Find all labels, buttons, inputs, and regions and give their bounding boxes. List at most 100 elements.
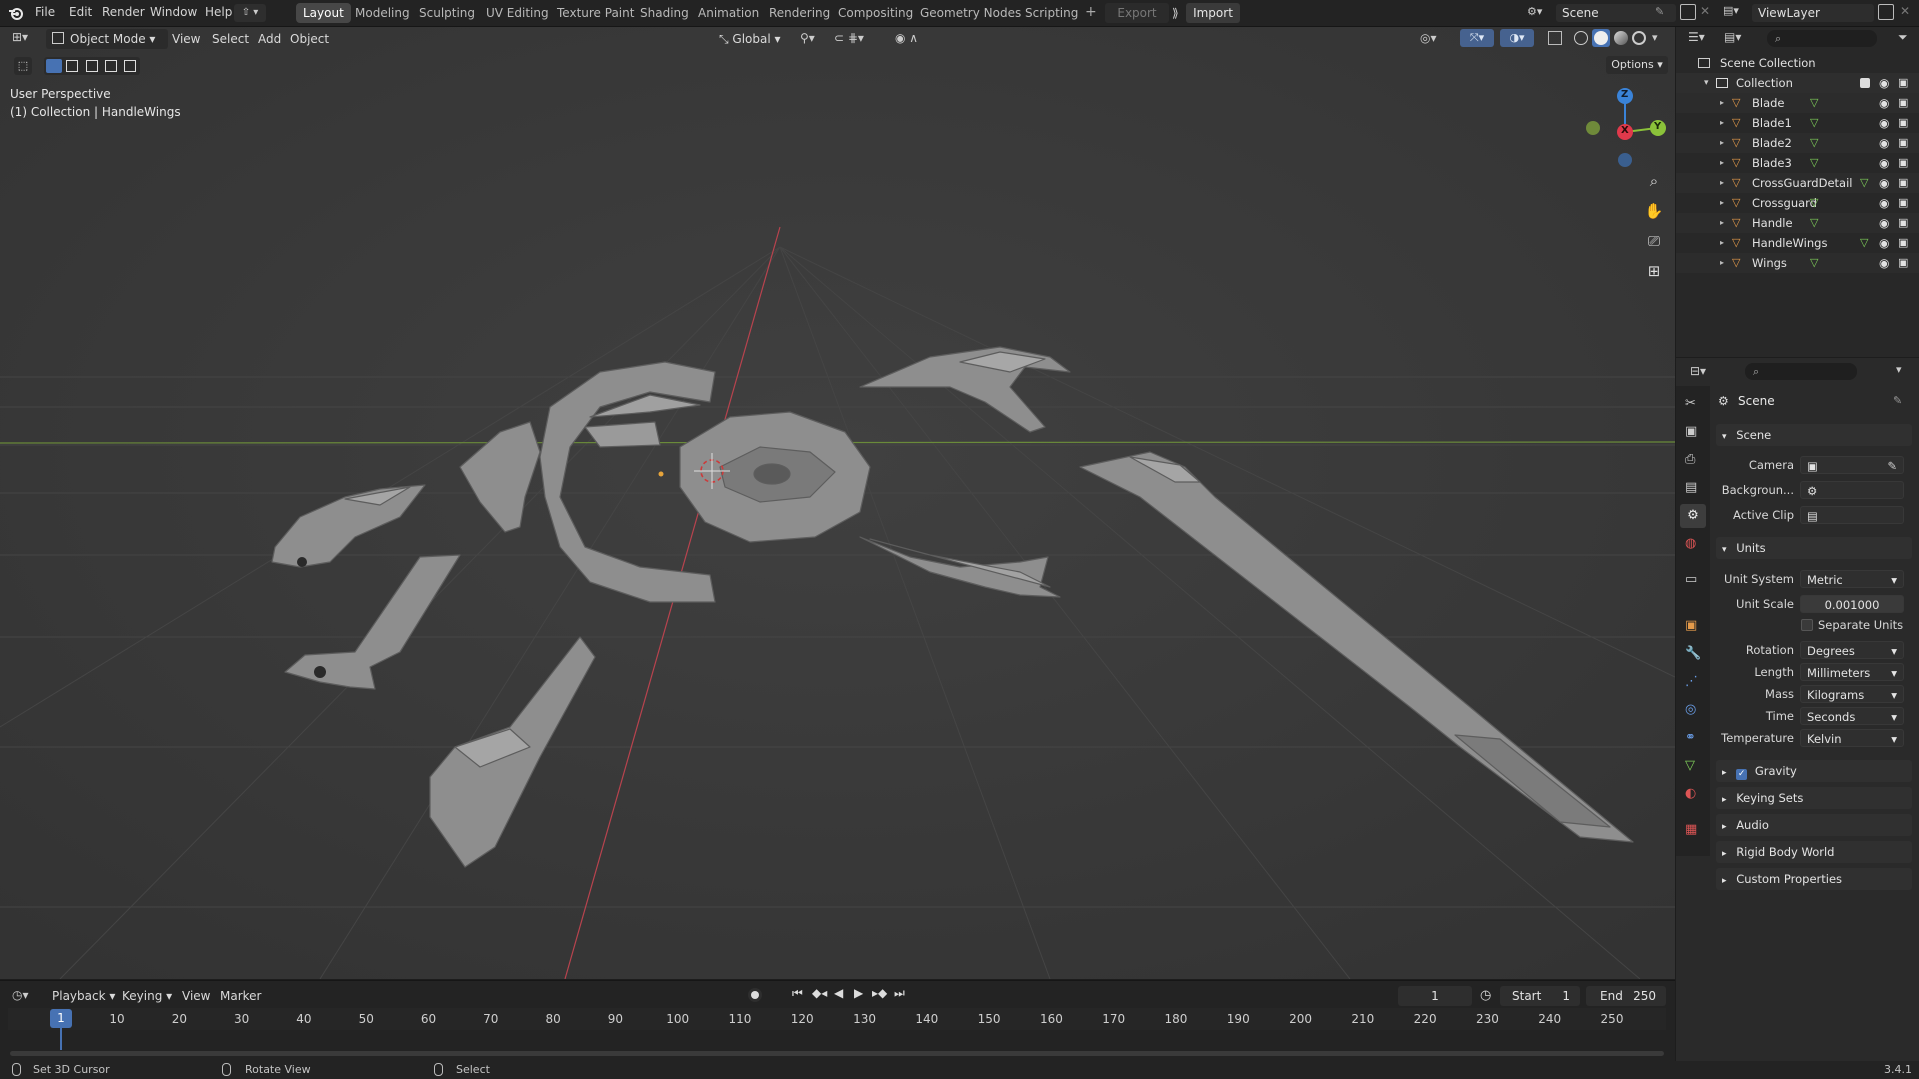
new-scene-icon[interactable] (1680, 4, 1696, 20)
prev-keyframe-icon[interactable]: ◆◂ (812, 986, 827, 1000)
view-layer-field[interactable]: ViewLayer (1752, 4, 1874, 22)
selection-mode-icons[interactable] (44, 57, 140, 75)
xray-icon[interactable] (1548, 31, 1562, 45)
import-button[interactable]: Import (1186, 3, 1240, 23)
eye-icon[interactable]: ◉ (1879, 173, 1889, 193)
expand-arrow-icon[interactable]: ▸ (1720, 213, 1724, 233)
expand-arrow-icon[interactable]: ▾ (1704, 73, 1709, 93)
ortho-grid-icon[interactable]: ⊞ (1642, 262, 1666, 286)
camera-icon[interactable]: ▣ (1898, 153, 1908, 173)
overlay-toggle-icon[interactable]: ◑▾ (1500, 29, 1534, 47)
separate-units-checkbox[interactable] (1801, 619, 1813, 631)
tab-geometry-nodes[interactable]: Geometry Nodes (913, 3, 1028, 23)
outliner-collection[interactable]: ▾ Collection ◉ ▣ (1676, 73, 1919, 93)
expand-arrow-icon[interactable]: ▸ (1720, 253, 1724, 273)
tab-modeling[interactable]: Modeling (348, 3, 417, 23)
eye-icon[interactable]: ◉ (1879, 113, 1889, 133)
select-tool-icon[interactable]: ⬚ (14, 57, 32, 75)
snap-icon[interactable]: ⊂ ⋕▾ (834, 31, 864, 45)
eye-icon[interactable]: ◉ (1879, 213, 1889, 233)
menu-add[interactable]: Add (252, 29, 287, 49)
gizmo-toggle-icon[interactable]: ⤧▾ (1460, 29, 1494, 47)
length-dropdown[interactable]: Millimeters ▾ (1800, 663, 1904, 681)
eye-icon[interactable]: ◉ (1879, 133, 1889, 153)
blender-logo-icon[interactable] (8, 5, 24, 21)
mesh-data-icon[interactable]: ▽ (1810, 93, 1818, 113)
camera-icon[interactable]: ▣ (1898, 213, 1908, 233)
camera-icon[interactable]: ▣ (1898, 193, 1908, 213)
expand-arrow-icon[interactable]: ▸ (1720, 233, 1724, 253)
outliner-object-row[interactable]: ▸ ▽ Crossguard ▽ ◉ ▣ (1676, 193, 1919, 213)
menu-edit[interactable]: Edit (69, 5, 92, 19)
mesh-data-icon[interactable]: ▽ (1810, 213, 1818, 233)
mesh-data-icon[interactable]: ▽ (1860, 173, 1868, 193)
tab-layout[interactable]: Layout (296, 3, 351, 23)
audio-panel-header[interactable]: ▸ Audio (1716, 814, 1912, 836)
menu-render[interactable]: Render (102, 5, 145, 19)
eye-icon[interactable]: ◉ (1879, 233, 1889, 253)
view-layer-icon[interactable]: ▤▾ (1723, 4, 1749, 20)
camera-view-icon[interactable]: ⎚ (1642, 232, 1666, 256)
camera-field[interactable]: ▣ ✎ (1800, 456, 1904, 474)
expand-arrow-icon[interactable]: ▸ (1720, 193, 1724, 213)
menu-timeline-view[interactable]: View (176, 986, 216, 1006)
camera-icon[interactable]: ▣ (1898, 133, 1908, 153)
delete-scene-icon[interactable]: ✕ (1700, 4, 1710, 18)
pin-properties-icon[interactable]: ✎ (1893, 394, 1902, 407)
editor-type-button[interactable]: ⊞▾ (12, 30, 38, 48)
tab-shading[interactable]: Shading (633, 3, 696, 23)
render-tab-icon[interactable]: ▣ (1685, 424, 1697, 439)
shading-material-icon[interactable] (1614, 31, 1628, 45)
object-tab-icon[interactable]: ▣ (1685, 618, 1697, 633)
background-field[interactable]: ⚙ (1800, 481, 1904, 499)
menu-file[interactable]: File (35, 5, 55, 19)
start-frame-field[interactable]: Start 1 (1500, 986, 1580, 1006)
shading-rendered-icon[interactable] (1632, 31, 1646, 45)
camera-icon[interactable]: ▣ (1898, 253, 1908, 273)
mesh-data-icon[interactable]: ▽ (1810, 133, 1818, 153)
rigid-body-world-panel-header[interactable]: ▸ Rigid Body World (1716, 841, 1912, 863)
pin-icon[interactable]: ✎ (1655, 5, 1664, 18)
play-reverse-icon[interactable]: ◀ (834, 986, 843, 1000)
outliner-object-row[interactable]: ▸ ▽ Wings ▽ ◉ ▣ (1676, 253, 1919, 273)
shading-dropdown-icon[interactable]: ▾ (1652, 31, 1658, 44)
jump-end-icon[interactable]: ⏭ (894, 986, 905, 1001)
tab-animation[interactable]: Animation (691, 3, 766, 23)
outliner-object-row[interactable]: ▸ ▽ Blade3 ▽ ◉ ▣ (1676, 153, 1919, 173)
expand-arrow-icon[interactable]: ▸ (1720, 153, 1724, 173)
current-frame-field[interactable]: 1 (1398, 986, 1472, 1006)
eye-icon[interactable]: ◉ (1879, 93, 1889, 113)
camera-icon[interactable]: ▣ (1898, 93, 1908, 113)
tool-tab-icon[interactable]: ✂ (1685, 396, 1696, 411)
eye-icon[interactable]: ◉ (1879, 193, 1889, 213)
time-dropdown[interactable]: Seconds ▾ (1800, 707, 1904, 725)
menu-object[interactable]: Object (284, 29, 335, 49)
unit-scale-field[interactable]: 0.001000 (1800, 595, 1904, 613)
menu-view[interactable]: View (166, 29, 206, 49)
scene-panel-header[interactable]: ▾ Scene (1716, 424, 1912, 446)
outliner-object-row[interactable]: ▸ ▽ Blade1 ▽ ◉ ▣ (1676, 113, 1919, 133)
properties-options-icon[interactable]: ▾ (1896, 363, 1902, 376)
pan-hand-icon[interactable]: ✋ (1642, 202, 1666, 226)
timeline-scrollbar[interactable] (10, 1051, 1664, 1056)
mesh-data-icon[interactable]: ▽ (1810, 193, 1818, 213)
properties-editor-icon[interactable]: ⊟▾ (1690, 364, 1706, 378)
units-panel-header[interactable]: ▾ Units (1716, 537, 1912, 559)
tab-uv-editing[interactable]: UV Editing (479, 3, 556, 23)
scene-icon[interactable]: ⚙▾ (1527, 5, 1553, 21)
add-workspace-button[interactable]: + (1085, 4, 1097, 20)
transform-orientation-dropdown[interactable]: ⤡ Global ▾ (713, 29, 805, 49)
keying-sets-panel-header[interactable]: ▸ Keying Sets (1716, 787, 1912, 809)
properties-search-input[interactable]: ⌕ (1745, 363, 1857, 380)
3d-viewport[interactable] (0, 27, 1675, 979)
camera-icon[interactable]: ▣ (1898, 73, 1908, 93)
eye-icon[interactable]: ◉ (1879, 253, 1889, 273)
menu-select[interactable]: Select (206, 29, 255, 49)
scene-tab-icon[interactable]: ⚙ (1680, 504, 1706, 528)
gravity-checkbox[interactable]: ✓ (1736, 769, 1748, 780)
outliner-object-row[interactable]: ▸ ▽ HandleWings ▽ ◉ ▣ (1676, 233, 1919, 253)
expand-arrow-icon[interactable]: ▸ (1720, 93, 1724, 113)
menu-keying[interactable]: Keying ▾ (116, 986, 178, 1006)
playhead[interactable]: 1 (50, 1009, 72, 1028)
display-mode-icon[interactable]: ▤▾ (1724, 30, 1741, 44)
